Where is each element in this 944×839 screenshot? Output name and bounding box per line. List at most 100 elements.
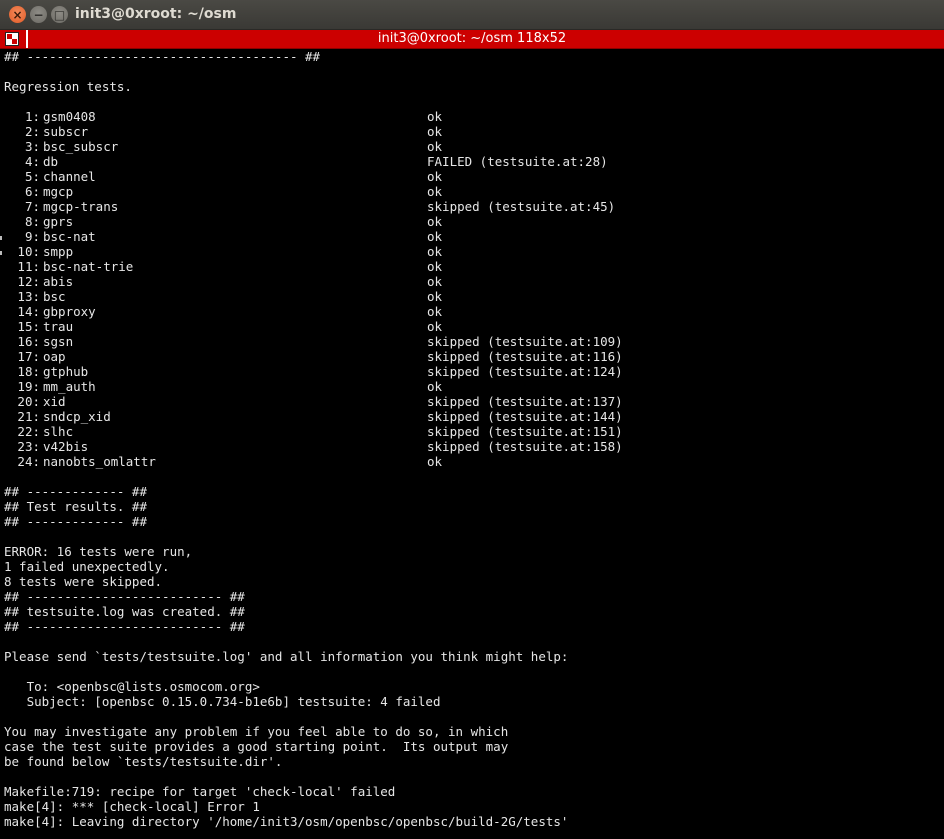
test-row: 8: gprs ok bbox=[4, 214, 940, 229]
test-row: 18: gtphub skipped (testsuite.at:124) bbox=[4, 364, 940, 379]
test-number: 22: bbox=[17, 424, 40, 439]
test-row: 16: sgsn skipped (testsuite.at:109) bbox=[4, 334, 940, 349]
test-name: xid bbox=[43, 394, 66, 409]
maximize-button[interactable]: □ bbox=[51, 6, 68, 23]
terminal-line: ## ------------- ## bbox=[4, 514, 147, 529]
minimize-icon: − bbox=[33, 7, 44, 22]
test-number: 12: bbox=[17, 274, 40, 289]
terminal-footer-block: ## ------------- ## ## Test results. ## ##… bbox=[4, 469, 940, 829]
terminal-tab-title: init3@0xroot: ~/osm 118x52 bbox=[377, 31, 567, 46]
test-name: gsm0408 bbox=[43, 109, 96, 124]
test-row: 20: xid skipped (testsuite.at:137) bbox=[4, 394, 940, 409]
test-results-list: 1: gsm0408 ok 2: subscr ok 3: bsc_subscr ok 4: db F… bbox=[4, 109, 940, 469]
terminal-line: ## ------------------------------------ … bbox=[4, 49, 321, 64]
terminal-output[interactable]: ## ------------------------------------ … bbox=[4, 49, 940, 835]
test-status: skipped (testsuite.at:116) bbox=[427, 349, 623, 364]
terminal-window: × − □ init3@0xroot: ~/osm init3@0xroot: … bbox=[0, 0, 944, 839]
test-number: 10: bbox=[17, 244, 40, 259]
terminal-line: Regression tests. bbox=[4, 79, 132, 94]
terminal-line: make[4]: Leaving directory '/home/init3/… bbox=[4, 814, 569, 829]
test-name: bsc-nat bbox=[43, 229, 96, 244]
test-number: 24: bbox=[17, 454, 40, 469]
terminal-line: You may investigate any problem if you f… bbox=[4, 724, 509, 739]
test-number: 13: bbox=[17, 289, 40, 304]
test-number: 17: bbox=[17, 349, 40, 364]
window-titlebar[interactable]: × − □ init3@0xroot: ~/osm bbox=[0, 0, 944, 30]
close-button[interactable]: × bbox=[9, 6, 26, 23]
test-number: 16: bbox=[17, 334, 40, 349]
test-row: 9: bsc-nat ok bbox=[4, 229, 940, 244]
test-status: ok bbox=[427, 244, 443, 259]
test-number: 5: bbox=[24, 169, 40, 184]
test-number: 15: bbox=[17, 319, 40, 334]
test-name: slhc bbox=[43, 424, 74, 439]
test-name: bsc_subscr bbox=[43, 139, 119, 154]
terminal-tab-bar[interactable]: init3@0xroot: ~/osm 118x52 bbox=[0, 30, 944, 49]
test-number: 9: bbox=[24, 229, 40, 244]
test-number: 21: bbox=[17, 409, 40, 424]
test-row: 3: bsc_subscr ok bbox=[4, 139, 940, 154]
terminal-line: be found below `tests/testsuite.dir'. bbox=[4, 754, 283, 769]
terminal-line: Please send `tests/testsuite.log' and al… bbox=[4, 649, 569, 664]
test-name: abis bbox=[43, 274, 74, 289]
test-name: oap bbox=[43, 349, 66, 364]
test-number: 11: bbox=[17, 259, 40, 274]
test-name: subscr bbox=[43, 124, 89, 139]
test-number: 7: bbox=[24, 199, 40, 214]
terminal-line: ## -------------------------- ## bbox=[4, 589, 245, 604]
terminal-line: case the test suite provides a good star… bbox=[4, 739, 509, 754]
test-row: 2: subscr ok bbox=[4, 124, 940, 139]
test-row: 6: mgcp ok bbox=[4, 184, 940, 199]
test-row: 10: smpp ok bbox=[4, 244, 940, 259]
minimize-button[interactable]: − bbox=[30, 6, 47, 23]
test-row: 23: v42bis skipped (testsuite.at:158) bbox=[4, 439, 940, 454]
test-row: 12: abis ok bbox=[4, 274, 940, 289]
terminal-header-block: ## ------------------------------------ … bbox=[4, 49, 940, 109]
test-status: skipped (testsuite.at:137) bbox=[427, 394, 623, 409]
terminal-line: 1 failed unexpectedly. bbox=[4, 559, 170, 574]
test-status: ok bbox=[427, 319, 443, 334]
test-name: db bbox=[43, 154, 59, 169]
test-status: ok bbox=[427, 124, 443, 139]
test-row: 19: mm_auth ok bbox=[4, 379, 940, 394]
test-name: mgcp bbox=[43, 184, 74, 199]
test-number: 1: bbox=[24, 109, 40, 124]
test-status: ok bbox=[427, 274, 443, 289]
test-name: sgsn bbox=[43, 334, 74, 349]
test-status: ok bbox=[427, 184, 443, 199]
test-number: 4: bbox=[24, 154, 40, 169]
terminal-line: To: <openbsc@lists.osmocom.org> bbox=[4, 679, 260, 694]
test-status: skipped (testsuite.at:109) bbox=[427, 334, 623, 349]
test-status: ok bbox=[427, 379, 443, 394]
test-status: FAILED (testsuite.at:28) bbox=[427, 154, 608, 169]
test-name: gbproxy bbox=[43, 304, 96, 319]
test-row: 1: gsm0408 ok bbox=[4, 109, 940, 124]
test-row: 22: slhc skipped (testsuite.at:151) bbox=[4, 424, 940, 439]
edge-marker bbox=[0, 236, 2, 240]
test-number: 3: bbox=[24, 139, 40, 154]
test-status: ok bbox=[427, 304, 443, 319]
test-number: 6: bbox=[24, 184, 40, 199]
test-name: gprs bbox=[43, 214, 74, 229]
terminal-line: ## Test results. ## bbox=[4, 499, 147, 514]
test-status: ok bbox=[427, 109, 443, 124]
terminal-line: ## ------------- ## bbox=[4, 484, 147, 499]
test-row: 24: nanobts_omlattr ok bbox=[4, 454, 940, 469]
test-name: trau bbox=[43, 319, 74, 334]
test-number: 23: bbox=[17, 439, 40, 454]
test-status: skipped (testsuite.at:158) bbox=[427, 439, 623, 454]
test-row: 17: oap skipped (testsuite.at:116) bbox=[4, 349, 940, 364]
test-status: skipped (testsuite.at:124) bbox=[427, 364, 623, 379]
test-number: 2: bbox=[24, 124, 40, 139]
test-number: 20: bbox=[17, 394, 40, 409]
test-number: 8: bbox=[24, 214, 40, 229]
edge-marker bbox=[0, 251, 2, 255]
terminal-line: Subject: [openbsc 0.15.0.734-b1e6b] test… bbox=[4, 694, 441, 709]
test-status: skipped (testsuite.at:45) bbox=[427, 199, 616, 214]
